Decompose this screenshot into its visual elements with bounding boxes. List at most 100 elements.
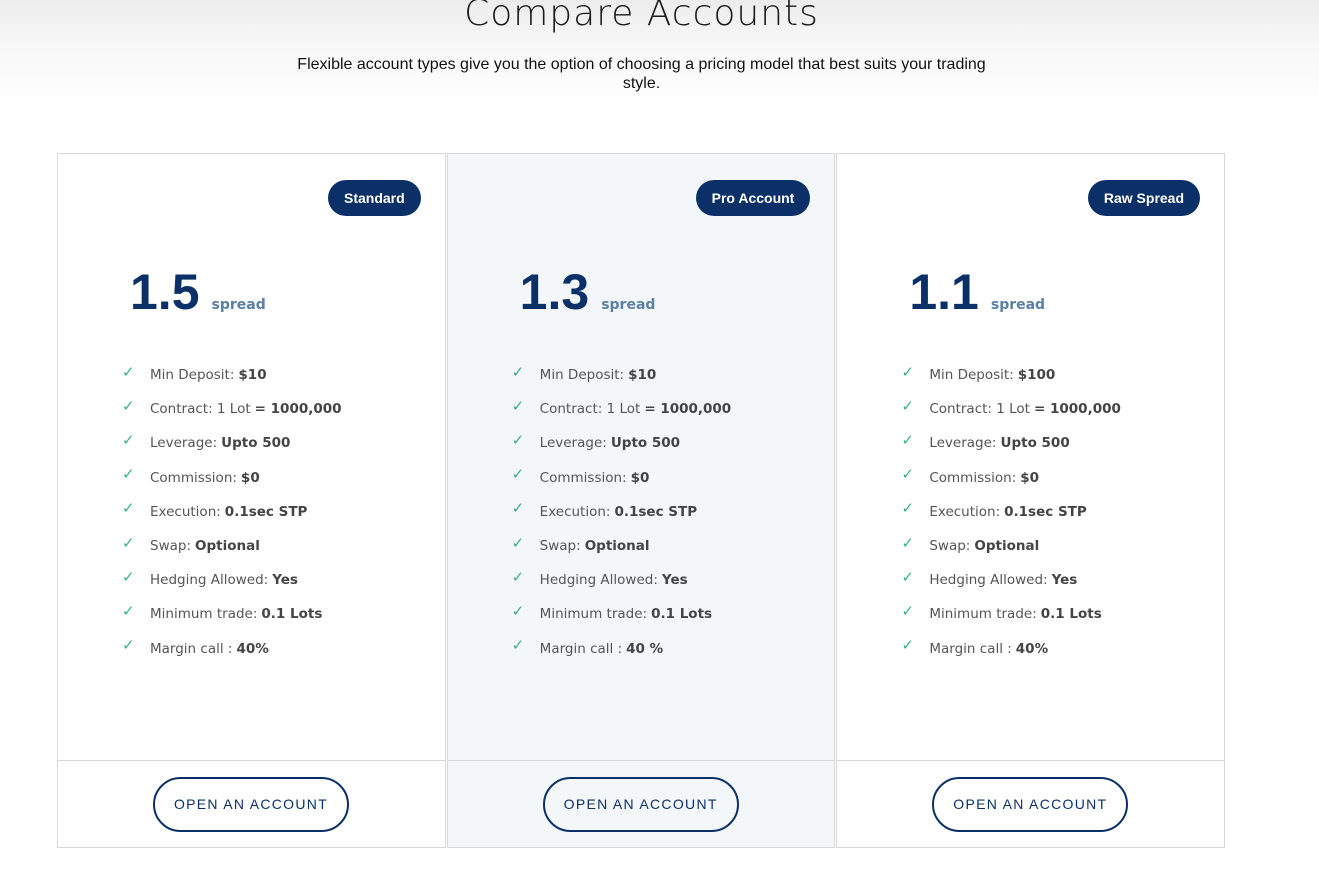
feature-label: Margin call :: [929, 640, 1012, 657]
check-icon: ✓: [122, 567, 135, 586]
account-cards: Standard 1.5 spread ✓ Min Deposit: $10 ✓ Co…: [57, 153, 1226, 848]
feature-value: Yes: [272, 572, 298, 589]
spread-display: 1.1 spread: [909, 262, 1045, 322]
check-icon: ✓: [122, 499, 135, 518]
feature-label: Execution:: [539, 503, 611, 520]
feature-label: Commission:: [539, 469, 627, 486]
check-icon: ✓: [511, 430, 525, 449]
feature-value: 40%: [1015, 640, 1049, 657]
feature-min-deposit: ✓ Min Deposit: $10: [122, 358, 342, 392]
feature-value: Upto 500: [221, 435, 291, 452]
spread-value: 1.3: [519, 264, 590, 320]
feature-margin-call: ✓ Margin call :40 %: [512, 632, 732, 666]
check-icon: ✓: [122, 430, 135, 449]
open-account-button[interactable]: OPEN AN ACCOUNT: [932, 777, 1129, 832]
spread-value: 1.1: [909, 264, 979, 320]
feature-list: ✓ Min Deposit: $100 ✓ Contract: 1 Lot = 1000…: [901, 358, 1121, 666]
feature-value: Optional: [974, 538, 1040, 555]
feature-label: Swap:: [929, 538, 971, 555]
feature-label: Hedging Allowed:: [539, 572, 658, 589]
check-icon: ✓: [901, 533, 914, 552]
feature-label: Hedging Allowed:: [150, 572, 269, 589]
account-type-badge: Standard: [327, 180, 421, 216]
check-icon: ✓: [122, 601, 135, 620]
feature-contract: ✓ Contract: 1 Lot = 1000,000: [901, 392, 1121, 426]
card-body: Standard 1.5 spread ✓ Min Deposit: $10 ✓ Co…: [58, 154, 445, 761]
feature-value: $0: [1020, 469, 1040, 486]
check-icon: ✓: [901, 499, 914, 518]
feature-label: Minimum trade:: [150, 606, 258, 623]
feature-leverage: ✓ Leverage: Upto 500: [122, 426, 342, 460]
check-icon: ✓: [122, 636, 135, 655]
card-body: Raw Spread 1.1 spread ✓ Min Deposit: $100 …: [837, 154, 1225, 761]
feature-label: Min Deposit:: [539, 367, 625, 384]
feature-label: Minimum trade:: [539, 606, 648, 623]
spread-label: spread: [211, 297, 266, 313]
page-title: Compare Accounts: [464, 0, 819, 34]
feature-value: 40 %: [626, 640, 664, 657]
spread-display: 1.5 spread: [130, 262, 266, 322]
feature-value: Optional: [584, 538, 650, 555]
feature-label: Min Deposit:: [150, 367, 235, 384]
check-icon: ✓: [511, 567, 525, 586]
feature-commission: ✓ Commission: $0: [512, 461, 732, 495]
check-icon: ✓: [901, 465, 914, 484]
account-card-pro: Pro Account 1.3 spread ✓ Min Deposit: $10 …: [446, 153, 836, 848]
feature-label: Contract: 1 Lot: [929, 401, 1030, 418]
feature-commission: ✓ Commission: $0: [901, 461, 1121, 495]
check-icon: ✓: [511, 601, 525, 620]
feature-min-deposit: ✓ Min Deposit: $100: [901, 358, 1121, 392]
check-icon: ✓: [901, 636, 914, 655]
feature-value: = 1000,000: [1033, 401, 1121, 418]
check-icon: ✓: [511, 465, 525, 484]
feature-label: Contract: 1 Lot: [539, 401, 641, 418]
open-account-button[interactable]: OPEN AN ACCOUNT: [542, 777, 739, 832]
check-icon: ✓: [901, 430, 914, 449]
feature-execution: ✓ Execution: 0.1sec STP: [512, 495, 732, 529]
feature-list: ✓ Min Deposit: $10 ✓ Contract: 1 Lot = 1000,…: [122, 358, 342, 666]
feature-label: Min Deposit:: [929, 367, 1014, 384]
feature-value: 0.1sec STP: [614, 503, 698, 520]
check-icon: ✓: [122, 362, 135, 381]
check-icon: ✓: [122, 396, 135, 415]
open-account-button[interactable]: OPEN AN ACCOUNT: [153, 777, 349, 832]
check-icon: ✓: [511, 533, 525, 552]
feature-label: Commission:: [150, 469, 237, 486]
spread-display: 1.3 spread: [520, 262, 656, 322]
feature-label: Swap:: [539, 538, 581, 555]
feature-value: 0.1sec STP: [1004, 503, 1087, 520]
feature-leverage: ✓ Leverage: Upto 500: [512, 426, 732, 460]
check-icon: ✓: [511, 362, 525, 381]
feature-execution: ✓ Execution: 0.1sec STP: [901, 495, 1121, 529]
card-footer: OPEN AN ACCOUNT: [837, 761, 1224, 847]
feature-value: Upto 500: [1000, 435, 1070, 452]
feature-swap: ✓ Swap: Optional: [122, 529, 342, 563]
feature-contract: ✓ Contract: 1 Lot = 1000,000: [122, 392, 342, 426]
feature-minimum-trade: ✓ Minimum trade: 0.1 Lots: [901, 597, 1121, 631]
account-card-raw-spread: Raw Spread 1.1 spread ✓ Min Deposit: $100 …: [836, 153, 1226, 848]
compare-accounts-page: Compare Accounts Flexible account types …: [0, 0, 1319, 879]
check-icon: ✓: [122, 533, 135, 552]
feature-label: Hedging Allowed:: [929, 572, 1048, 589]
feature-label: Leverage:: [150, 435, 218, 452]
feature-value: 0.1sec STP: [224, 503, 308, 520]
feature-minimum-trade: ✓ Minimum trade: 0.1 Lots: [122, 597, 342, 631]
feature-label: Swap:: [150, 538, 192, 555]
feature-value: = 1000,000: [254, 401, 342, 418]
spread-label: spread: [601, 297, 656, 313]
card-footer: OPEN AN ACCOUNT: [448, 761, 835, 847]
feature-label: Execution:: [929, 503, 1001, 520]
feature-label: Leverage:: [539, 435, 607, 452]
feature-value: $0: [630, 469, 650, 486]
account-card-standard: Standard 1.5 spread ✓ Min Deposit: $10 ✓ Co…: [57, 153, 446, 848]
feature-value: = 1000,000: [644, 401, 732, 418]
feature-label: Execution:: [150, 503, 221, 520]
feature-hedging: ✓ Hedging Allowed: Yes: [512, 563, 732, 597]
check-icon: ✓: [901, 601, 914, 620]
feature-margin-call: ✓ Margin call :40%: [901, 632, 1121, 666]
spread-value: 1.5: [130, 264, 200, 320]
feature-value: 0.1 Lots: [1040, 606, 1102, 623]
feature-value: 0.1 Lots: [651, 606, 713, 623]
feature-value: $100: [1017, 367, 1056, 384]
feature-contract: ✓ Contract: 1 Lot = 1000,000: [512, 392, 732, 426]
